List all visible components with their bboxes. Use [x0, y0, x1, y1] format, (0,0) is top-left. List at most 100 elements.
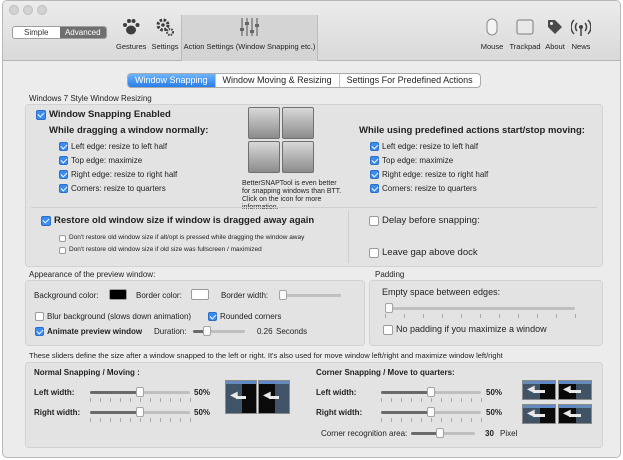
- corner-left-fill: [381, 391, 431, 394]
- drag-corners-label: Corners: resize to quarters: [71, 184, 166, 193]
- normal-left-label: Left width:: [34, 388, 75, 397]
- bettersnaptool-logo-button[interactable]: [246, 105, 316, 175]
- minimize-window-button[interactable]: [23, 5, 33, 15]
- drag-right-edge-checkbox[interactable]: [59, 170, 68, 179]
- rounded-corners-label: Rounded corners: [220, 312, 282, 321]
- drag-top-edge-checkbox[interactable]: [59, 156, 68, 165]
- bg-color-well[interactable]: [109, 289, 127, 300]
- predefined-title: While using predefined actions start/sto…: [359, 125, 585, 136]
- pre-top-edge-checkbox[interactable]: [370, 156, 379, 165]
- corner-right-label: Right width:: [316, 408, 363, 417]
- corner-recognition-value: 30: [485, 429, 494, 438]
- corner-right-knob[interactable]: [427, 407, 435, 417]
- restore-fullscreen-checkbox[interactable]: [59, 247, 66, 254]
- corner-preview-top-left: [522, 380, 556, 400]
- normal-left-knob[interactable]: [136, 387, 144, 397]
- empty-space-label: Empty space between edges:: [382, 287, 501, 297]
- rounded-corners-checkbox[interactable]: [208, 312, 217, 321]
- pre-left-edge-label: Left edge: resize to left half: [382, 142, 479, 151]
- toolbar-about[interactable]: About: [543, 17, 567, 51]
- border-width-knob[interactable]: [279, 290, 287, 300]
- tag-icon: [543, 17, 567, 39]
- corner-left-ticks: [381, 398, 482, 402]
- normal-left-fill: [90, 391, 140, 394]
- toolbar-settings-label: Settings: [151, 42, 179, 51]
- border-color-well[interactable]: [191, 289, 209, 300]
- toolbar-mouse-label: Mouse: [480, 42, 504, 51]
- close-window-button[interactable]: [9, 5, 19, 15]
- preview-group-title: Appearance of the preview window:: [29, 270, 156, 279]
- blur-checkbox[interactable]: [35, 312, 44, 321]
- drag-top-edge-label: Top edge: maximize: [71, 156, 143, 165]
- duration-slider[interactable]: [193, 326, 245, 336]
- corner-left-slider[interactable]: [381, 387, 481, 397]
- gap-dock-checkbox[interactable]: [369, 248, 379, 258]
- drag-corners-checkbox[interactable]: [59, 184, 68, 193]
- pre-right-edge-label: Right edge: resize to right half: [382, 170, 489, 179]
- restore-alt-label: Don't restore old window size if alt/opt…: [69, 234, 305, 241]
- toolbar-settings[interactable]: Settings: [150, 17, 180, 51]
- delay-label: Delay before snapping:: [382, 215, 480, 226]
- mode-simple-button[interactable]: Simple: [13, 27, 60, 38]
- logo-tile: [248, 141, 280, 173]
- padding-slider[interactable]: [385, 303, 575, 313]
- corner-left-knob[interactable]: [427, 387, 435, 397]
- no-padding-checkbox[interactable]: [383, 325, 393, 335]
- delay-checkbox[interactable]: [369, 216, 379, 226]
- duration-unit: Seconds: [276, 327, 308, 336]
- mouse-icon: [479, 17, 505, 39]
- duration-knob[interactable]: [203, 326, 211, 336]
- animate-preview-checkbox[interactable]: [35, 327, 44, 336]
- drag-left-edge-checkbox[interactable]: [59, 142, 68, 151]
- corner-right-slider[interactable]: [381, 407, 481, 417]
- corner-recognition-slider[interactable]: [411, 428, 475, 438]
- corner-right-value: 50%: [486, 408, 503, 417]
- toolbar-about-label: About: [545, 42, 565, 51]
- restore-alt-checkbox[interactable]: [59, 235, 66, 242]
- corner-preview-top-right: [558, 380, 592, 400]
- restore-size-checkbox[interactable]: [41, 216, 51, 226]
- pre-top-edge-label: Top edge: maximize: [382, 156, 454, 165]
- pre-left-edge-checkbox[interactable]: [370, 142, 379, 151]
- corner-right-fill: [381, 411, 431, 414]
- zoom-window-button[interactable]: [37, 5, 47, 15]
- normal-right-fill: [90, 411, 140, 414]
- wifi-icon: [569, 17, 593, 39]
- toolbar-news[interactable]: News: [569, 17, 593, 51]
- toolbar-gestures[interactable]: Gestures: [116, 17, 146, 51]
- corner-preview-bottom-right: [558, 404, 592, 424]
- corner-recognition-knob[interactable]: [436, 428, 444, 438]
- gap-dock-label: Leave gap above dock: [382, 247, 478, 258]
- toolbar-action-settings[interactable]: Action Settings (Window Snapping etc.): [183, 17, 316, 51]
- pre-corners-label: Corners: resize to quarters: [382, 184, 477, 193]
- tab-window-moving-resizing[interactable]: Window Moving & Resizing: [216, 74, 340, 87]
- toolbar-trackpad[interactable]: Trackpad: [508, 17, 542, 51]
- divider: [348, 211, 349, 263]
- logo-tile: [248, 107, 280, 139]
- bg-color-label: Background color:: [34, 291, 99, 300]
- tab-window-snapping[interactable]: Window Snapping: [128, 74, 216, 87]
- normal-left-slider[interactable]: [90, 387, 190, 397]
- promo-line-2: for snapping windows than BTT.: [242, 188, 342, 195]
- toolbar-mouse[interactable]: Mouse: [479, 17, 505, 51]
- sliders-info-text: These sliders define the size after a wi…: [29, 351, 503, 360]
- border-width-slider[interactable]: [279, 290, 341, 300]
- pre-corners-checkbox[interactable]: [370, 184, 379, 193]
- logo-tile: [282, 107, 314, 139]
- padding-knob[interactable]: [385, 303, 393, 313]
- snapping-enabled-label: Window Snapping Enabled: [49, 109, 171, 120]
- tab-predefined-actions[interactable]: Settings For Predefined Actions: [340, 74, 480, 87]
- snapping-enabled-checkbox[interactable]: [36, 110, 46, 120]
- pre-right-edge-checkbox[interactable]: [370, 170, 379, 179]
- normal-right-slider[interactable]: [90, 407, 190, 417]
- promo-line-1: BetterSNAPTool is even better: [242, 180, 337, 187]
- win7-group-title: Windows 7 Style Window Resizing: [29, 94, 152, 103]
- normal-right-knob[interactable]: [136, 407, 144, 417]
- toolbar-news-label: News: [571, 42, 591, 51]
- normal-left-value: 50%: [194, 388, 211, 397]
- normal-left-ticks: [90, 398, 191, 402]
- mode-advanced-button[interactable]: Advanced: [59, 27, 106, 38]
- duration-label: Duration:: [154, 327, 187, 336]
- toolbar-action-settings-label: Action Settings (Window Snapping etc.): [183, 42, 316, 51]
- toolbar-trackpad-label: Trackpad: [509, 42, 541, 51]
